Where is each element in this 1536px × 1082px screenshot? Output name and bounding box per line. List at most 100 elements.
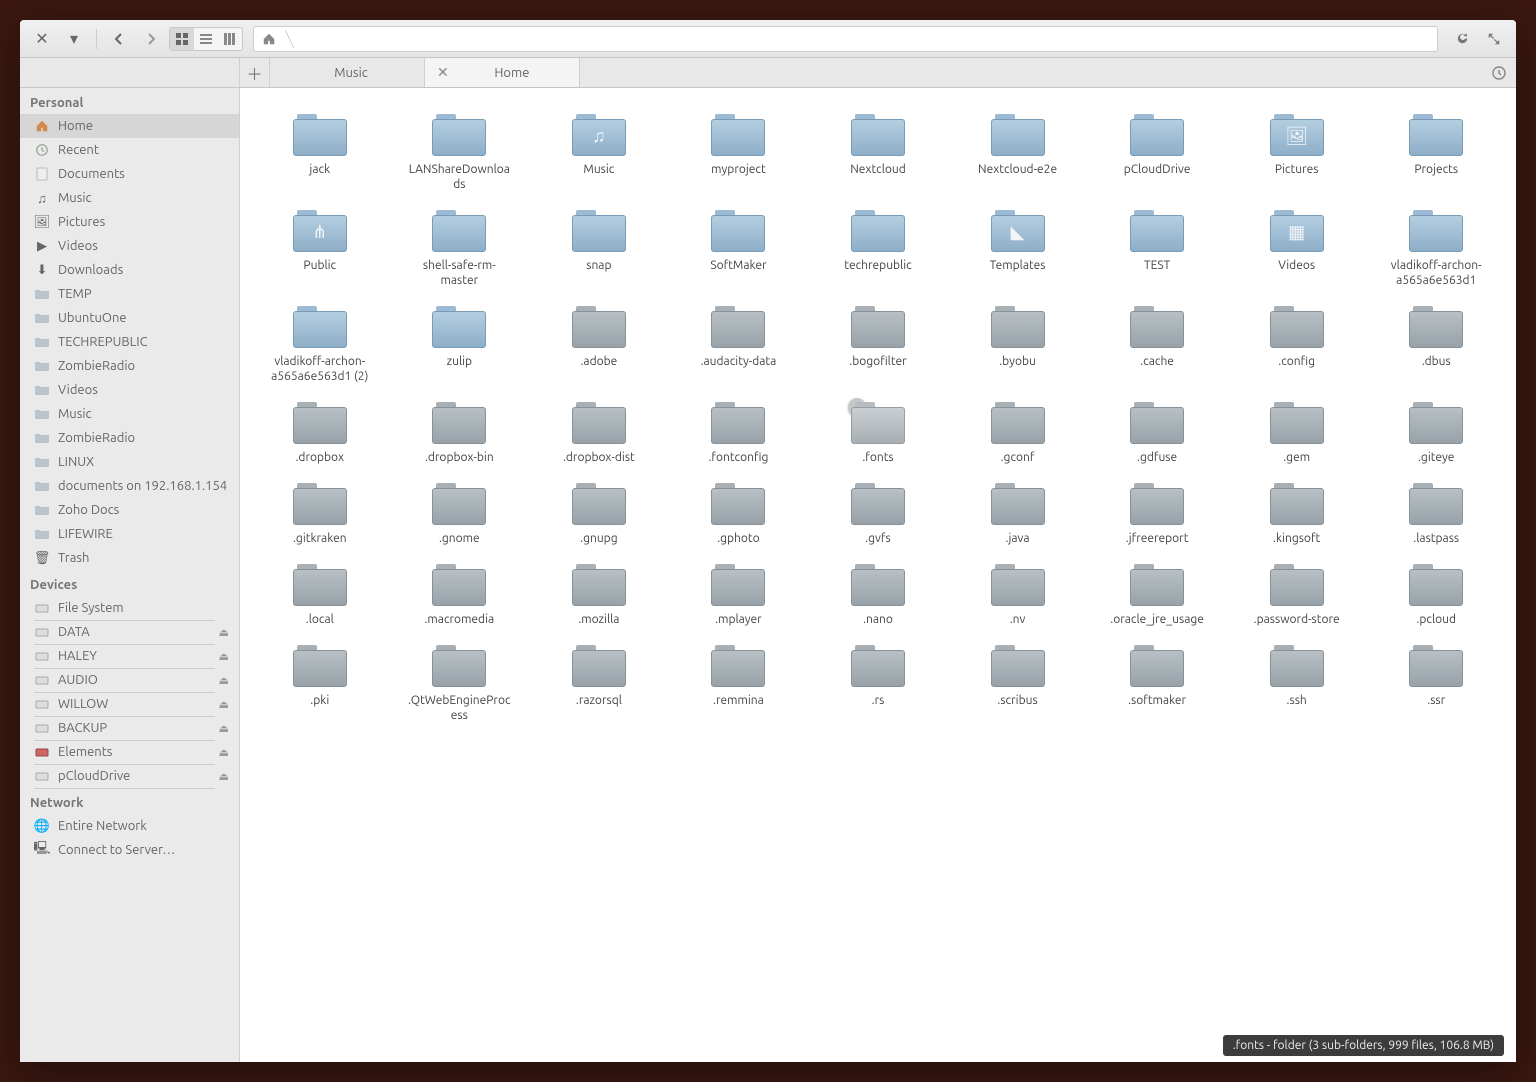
folder-item[interactable]: .QtWebEngineProcess (390, 639, 530, 729)
folder-item[interactable]: .rs (808, 639, 948, 729)
sidebar-item[interactable]: Documents (20, 162, 239, 186)
folder-item[interactable]: .audacity-data (669, 300, 809, 390)
folder-item[interactable]: .gitkraken (250, 477, 390, 552)
sidebar-item[interactable]: File System (20, 596, 239, 620)
folder-item[interactable]: zulip (390, 300, 530, 390)
sidebar-item[interactable]: WILLOW⏏ (20, 692, 239, 716)
sidebar-item[interactable]: 🖼Pictures (20, 210, 239, 234)
sidebar-item[interactable]: ⬇Downloads (20, 258, 239, 282)
folder-item[interactable]: ✓.fonts (808, 396, 948, 471)
sidebar-item[interactable]: ZombieRadio (20, 354, 239, 378)
folder-item[interactable]: .mozilla (529, 558, 669, 633)
folder-item[interactable]: .nano (808, 558, 948, 633)
folder-item[interactable]: .lastpass (1366, 477, 1506, 552)
folder-item[interactable]: .gphoto (669, 477, 809, 552)
folder-item[interactable]: 🖼Pictures (1227, 108, 1367, 198)
minimize-button[interactable]: ▾ (60, 27, 88, 51)
folder-item[interactable]: .oracle_jre_usage (1087, 558, 1227, 633)
folder-item[interactable]: .gem (1227, 396, 1367, 471)
folder-item[interactable]: .ssh (1227, 639, 1367, 729)
folder-item[interactable]: .remmina (669, 639, 809, 729)
folder-item[interactable]: .pcloud (1366, 558, 1506, 633)
folder-item[interactable]: pCloudDrive (1087, 108, 1227, 198)
sidebar-item[interactable]: HALEY⏏ (20, 644, 239, 668)
folder-item[interactable]: .dropbox (250, 396, 390, 471)
sidebar-item[interactable]: 🌐Entire Network (20, 814, 239, 838)
folder-item[interactable]: .cache (1087, 300, 1227, 390)
sidebar-item[interactable]: BACKUP⏏ (20, 716, 239, 740)
sidebar-item[interactable]: TECHREPUBLIC (20, 330, 239, 354)
back-button[interactable] (105, 27, 133, 51)
sidebar-item[interactable]: DATA⏏ (20, 620, 239, 644)
sidebar-item[interactable]: LINUX (20, 450, 239, 474)
sidebar-item[interactable]: Videos (20, 378, 239, 402)
folder-item[interactable]: LANShareDownloads (390, 108, 530, 198)
folder-item[interactable]: .gnupg (529, 477, 669, 552)
sidebar-item[interactable]: ▶Videos (20, 234, 239, 258)
eject-icon[interactable]: ⏏ (219, 626, 229, 639)
sidebar-item[interactable]: Elements⏏ (20, 740, 239, 764)
folder-item[interactable]: .nv (948, 558, 1088, 633)
eject-icon[interactable]: ⏏ (219, 722, 229, 735)
column-view-button[interactable] (218, 28, 242, 50)
close-button[interactable]: ✕ (28, 27, 56, 51)
eject-icon[interactable]: ⏏ (219, 674, 229, 687)
folder-item[interactable]: .fontconfig (669, 396, 809, 471)
sidebar-item[interactable]: AUDIO⏏ (20, 668, 239, 692)
folder-item[interactable]: Nextcloud (808, 108, 948, 198)
sidebar-item[interactable]: ZombieRadio (20, 426, 239, 450)
folder-item[interactable]: SoftMaker (669, 204, 809, 294)
path-home-segment[interactable] (254, 27, 284, 51)
list-view-button[interactable] (194, 28, 218, 50)
eject-icon[interactable]: ⏏ (219, 746, 229, 759)
sidebar-item[interactable]: ♫Music (20, 186, 239, 210)
folder-item[interactable]: techrepublic (808, 204, 948, 294)
folder-item[interactable]: shell-safe-rm-master (390, 204, 530, 294)
folder-item[interactable]: .config (1227, 300, 1367, 390)
folder-item[interactable]: .local (250, 558, 390, 633)
folder-item[interactable]: .jfreereport (1087, 477, 1227, 552)
sidebar-item[interactable]: Home (20, 114, 239, 138)
folder-item[interactable]: Nextcloud-e2e (948, 108, 1088, 198)
folder-item[interactable]: .softmaker (1087, 639, 1227, 729)
folder-item[interactable]: .adobe (529, 300, 669, 390)
folder-item[interactable]: .razorsql (529, 639, 669, 729)
sidebar-item[interactable]: Zoho Docs (20, 498, 239, 522)
close-tab-icon[interactable]: ✕ (437, 64, 449, 81)
folder-item[interactable]: ⋔Public (250, 204, 390, 294)
folder-item[interactable]: vladikoff-archon-a565a6e563d1 (1366, 204, 1506, 294)
folder-item[interactable]: vladikoff-archon-a565a6e563d1 (2) (250, 300, 390, 390)
folder-item[interactable]: .dbus (1366, 300, 1506, 390)
content-area[interactable]: jackLANShareDownloads♫MusicmyprojectNext… (240, 88, 1516, 1062)
folder-item[interactable]: .gconf (948, 396, 1088, 471)
path-bar[interactable] (253, 26, 1438, 52)
eject-icon[interactable]: ⏏ (219, 650, 229, 663)
folder-item[interactable]: jack (250, 108, 390, 198)
folder-item[interactable]: .scribus (948, 639, 1088, 729)
sidebar-item[interactable]: pCloudDrive⏏ (20, 764, 239, 788)
eject-icon[interactable]: ⏏ (219, 770, 229, 783)
folder-item[interactable]: .pki (250, 639, 390, 729)
folder-item[interactable]: myproject (669, 108, 809, 198)
sidebar-item[interactable]: 🗑Trash (20, 546, 239, 570)
folder-item[interactable]: ◣Templates (948, 204, 1088, 294)
folder-item[interactable]: .gdfuse (1087, 396, 1227, 471)
sidebar-item[interactable]: 🖳Connect to Server… (20, 838, 239, 862)
folder-item[interactable]: .giteye (1366, 396, 1506, 471)
folder-item[interactable]: Projects (1366, 108, 1506, 198)
folder-item[interactable]: .password-store (1227, 558, 1367, 633)
folder-item[interactable]: ♫Music (529, 108, 669, 198)
refresh-button[interactable] (1448, 27, 1476, 51)
tab-home[interactable]: ✕ Home (425, 58, 580, 87)
folder-item[interactable]: snap (529, 204, 669, 294)
new-tab-button[interactable]: ＋ (240, 58, 270, 87)
folder-item[interactable]: .mplayer (669, 558, 809, 633)
sidebar-item[interactable]: Recent (20, 138, 239, 162)
folder-item[interactable]: .bogofilter (808, 300, 948, 390)
folder-item[interactable]: TEST (1087, 204, 1227, 294)
history-button[interactable] (1482, 58, 1516, 87)
folder-item[interactable]: .java (948, 477, 1088, 552)
folder-item[interactable]: .gvfs (808, 477, 948, 552)
forward-button[interactable] (137, 27, 165, 51)
folder-item[interactable]: .macromedia (390, 558, 530, 633)
